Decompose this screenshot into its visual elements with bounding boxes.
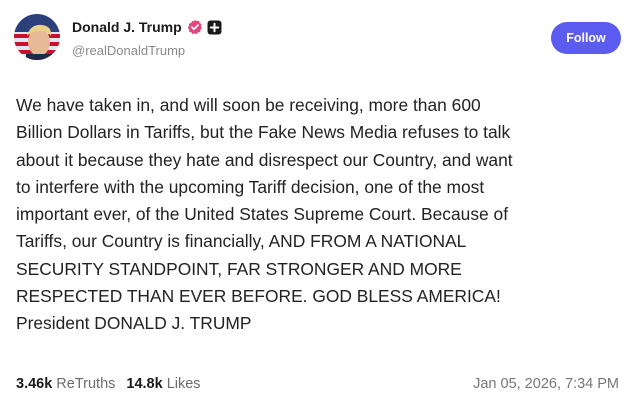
post-line: important ever, of the United States Sup… bbox=[16, 204, 509, 225]
retruths-stat[interactable]: 3.46k ReTruths bbox=[16, 375, 115, 393]
post-stats: 3.46k ReTruths 14.8k Likes bbox=[16, 375, 201, 393]
post-line: President DONALD J. TRUMP bbox=[16, 313, 252, 334]
post-line: RESPECTED THAN EVER BEFORE. GOD BLESS AM… bbox=[16, 286, 501, 307]
post-card: Donald J. Trump @realDonaldTrump Follow … bbox=[0, 0, 635, 409]
post-line: We have taken in, and will soon be recei… bbox=[16, 95, 481, 115]
post-timestamp[interactable]: Jan 05, 2026, 7:34 PM bbox=[473, 375, 619, 393]
author-name-row: Donald J. Trump bbox=[72, 18, 222, 36]
post-line: about it because they hate and disrespec… bbox=[16, 149, 513, 170]
retruths-count: 3.46k bbox=[16, 376, 53, 392]
post-line: Billion Dollars in Tariffs, but the Fake… bbox=[16, 122, 511, 143]
avatar-image bbox=[14, 14, 60, 60]
verified-badge-icon bbox=[187, 19, 203, 35]
post-line: SECURITY STANDPOINT, FAR STRONGER AND MO… bbox=[16, 258, 462, 279]
author-name[interactable]: Donald J. Trump bbox=[72, 18, 182, 36]
post-line: to interfere with the upcoming Tariff de… bbox=[16, 176, 485, 197]
avatar[interactable] bbox=[14, 14, 60, 60]
post-body: We have taken in, and will soon be recei… bbox=[16, 92, 628, 338]
author-handle[interactable]: @realDonaldTrump bbox=[72, 43, 185, 59]
likes-stat[interactable]: 14.8k Likes bbox=[126, 375, 200, 393]
likes-count: 14.8k bbox=[126, 376, 163, 392]
retruths-label: ReTruths bbox=[56, 376, 116, 392]
post-line: Tariffs, our Country is financially, AND… bbox=[16, 231, 467, 252]
add-icon[interactable] bbox=[207, 20, 222, 35]
likes-label: Likes bbox=[166, 376, 201, 392]
follow-button[interactable]: Follow bbox=[551, 22, 621, 54]
